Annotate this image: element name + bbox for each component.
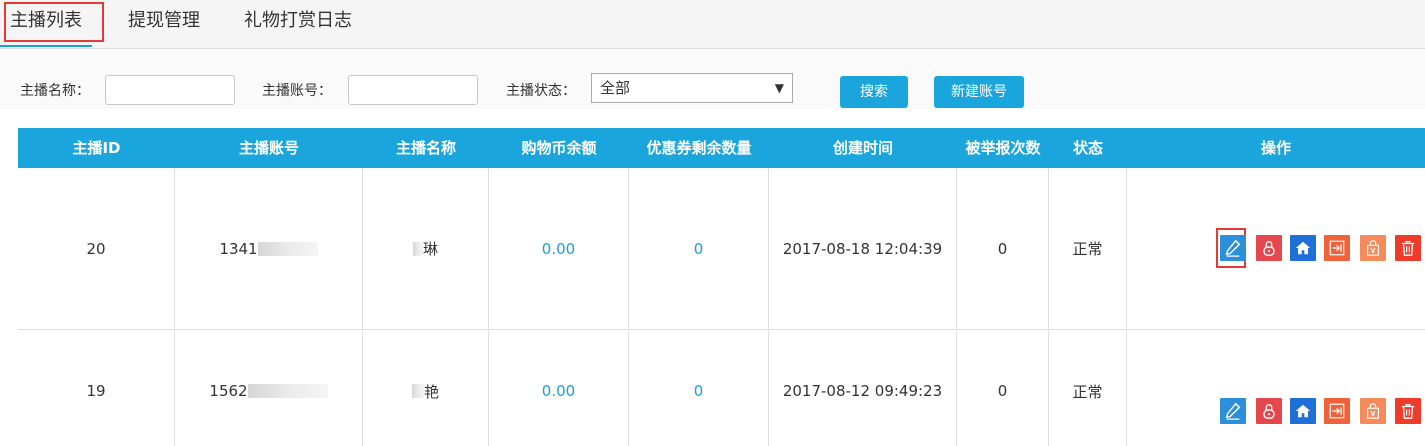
anchor-status-value: 全部 bbox=[600, 79, 631, 97]
col-anchor-id: 主播ID bbox=[72, 139, 121, 157]
export-icon bbox=[1329, 403, 1345, 419]
active-tab-highlight-box bbox=[4, 2, 104, 42]
home-button[interactable] bbox=[1290, 398, 1316, 424]
home-icon bbox=[1295, 404, 1311, 418]
col-created-time: 创建时间 bbox=[832, 139, 893, 157]
anchor-account-text: 1562 bbox=[209, 382, 248, 400]
lock-button[interactable] bbox=[1256, 235, 1282, 261]
lock-icon bbox=[1263, 404, 1275, 419]
export-icon bbox=[1329, 240, 1345, 256]
cell-coin-balance[interactable]: 0.00 bbox=[489, 331, 629, 446]
cell-anchor-name: 琳 bbox=[363, 168, 489, 329]
anchor-status-label: 主播状态： bbox=[506, 83, 576, 99]
cell-coupon-remaining[interactable]: 0 bbox=[629, 168, 769, 329]
cell-report-count: 0 bbox=[957, 331, 1049, 446]
coupon-icon bbox=[1367, 403, 1379, 419]
dropdown-arrow-icon: ▼ bbox=[774, 81, 784, 95]
cell-anchor-account: 1341 bbox=[175, 168, 363, 329]
cell-actions bbox=[1127, 168, 1425, 329]
lock-button[interactable] bbox=[1256, 398, 1282, 424]
cell-status: 正常 bbox=[1049, 168, 1127, 329]
export-button[interactable] bbox=[1324, 235, 1350, 261]
col-anchor-account: 主播账号 bbox=[238, 139, 299, 157]
lock-icon bbox=[1263, 241, 1275, 256]
redacted-blur bbox=[411, 384, 424, 398]
anchor-name-text: 琳 bbox=[422, 240, 438, 258]
tab-withdraw-management[interactable]: 提现管理 bbox=[118, 0, 210, 47]
col-coin-balance: 购物币余额 bbox=[521, 139, 597, 157]
anchor-name-input[interactable] bbox=[105, 75, 235, 105]
coupon-button[interactable] bbox=[1360, 398, 1386, 424]
cell-anchor-id: 19 bbox=[18, 331, 175, 446]
anchor-account-label: 主播账号： bbox=[262, 83, 332, 99]
cell-report-count: 0 bbox=[957, 168, 1049, 329]
cell-anchor-account: 1562 bbox=[175, 331, 363, 446]
col-status: 状态 bbox=[1072, 139, 1103, 157]
table-row: 20 1341 琳 0.00 0 2017-08-18 12:04:39 0 正… bbox=[18, 168, 1425, 330]
delete-button[interactable] bbox=[1395, 235, 1421, 261]
cell-status: 正常 bbox=[1049, 331, 1127, 446]
cell-anchor-id: 20 bbox=[18, 168, 175, 329]
home-button[interactable] bbox=[1290, 235, 1316, 261]
redacted-blur bbox=[257, 241, 318, 256]
anchor-name-text: 艳 bbox=[423, 382, 439, 401]
cell-created-time: 2017-08-18 12:04:39 bbox=[769, 168, 957, 329]
trash-icon bbox=[1401, 241, 1415, 256]
anchor-account-input[interactable] bbox=[348, 75, 478, 105]
new-account-button[interactable]: 新建账号 bbox=[934, 76, 1024, 108]
redacted-blur bbox=[412, 241, 423, 256]
home-icon bbox=[1295, 241, 1311, 255]
coupon-button[interactable] bbox=[1360, 235, 1386, 261]
search-button[interactable]: 搜索 bbox=[840, 76, 908, 108]
anchor-name-label: 主播名称： bbox=[20, 83, 90, 99]
cell-anchor-name: 艳 bbox=[363, 331, 489, 446]
table-row: 19 1562 艳 0.00 0 2017-08-12 09:49:23 0 正… bbox=[18, 331, 1425, 446]
anchor-status-select[interactable]: 全部 ▼ bbox=[591, 73, 793, 103]
col-report-count: 被举报次数 bbox=[965, 139, 1041, 157]
trash-icon bbox=[1401, 404, 1415, 419]
coupon-icon bbox=[1367, 240, 1379, 256]
filter-bar: 主播名称： 主播账号： 主播状态： 全部 ▼ 搜索 新建账号 bbox=[0, 49, 1425, 109]
redacted-blur bbox=[247, 384, 328, 398]
cell-created-time: 2017-08-12 09:49:23 bbox=[769, 331, 957, 446]
edit-icon bbox=[1225, 239, 1241, 257]
cell-actions bbox=[1127, 331, 1425, 446]
tab-bar: 主播列表 提现管理 礼物打赏日志 bbox=[0, 0, 1425, 49]
cell-coin-balance[interactable]: 0.00 bbox=[489, 168, 629, 329]
tab-gift-reward-log[interactable]: 礼物打赏日志 bbox=[234, 0, 362, 47]
edit-button[interactable] bbox=[1220, 235, 1246, 261]
edit-icon bbox=[1225, 402, 1241, 420]
col-anchor-name: 主播名称 bbox=[395, 139, 456, 157]
col-coupon-remaining: 优惠券剩余数量 bbox=[646, 139, 752, 157]
col-actions: 操作 bbox=[1260, 139, 1291, 157]
delete-button[interactable] bbox=[1395, 398, 1421, 424]
tab-withdraw-management-label: 提现管理 bbox=[128, 10, 200, 31]
table-header: 主播ID 主播账号 主播名称 购物币余额 优惠券剩余数量 创建时间 被举报次数 … bbox=[18, 128, 1425, 168]
tab-gift-reward-log-label: 礼物打赏日志 bbox=[244, 10, 352, 31]
export-button[interactable] bbox=[1324, 398, 1350, 424]
anchor-account-text: 1341 bbox=[219, 239, 258, 258]
edit-button[interactable] bbox=[1220, 398, 1246, 424]
cell-coupon-remaining[interactable]: 0 bbox=[629, 331, 769, 446]
